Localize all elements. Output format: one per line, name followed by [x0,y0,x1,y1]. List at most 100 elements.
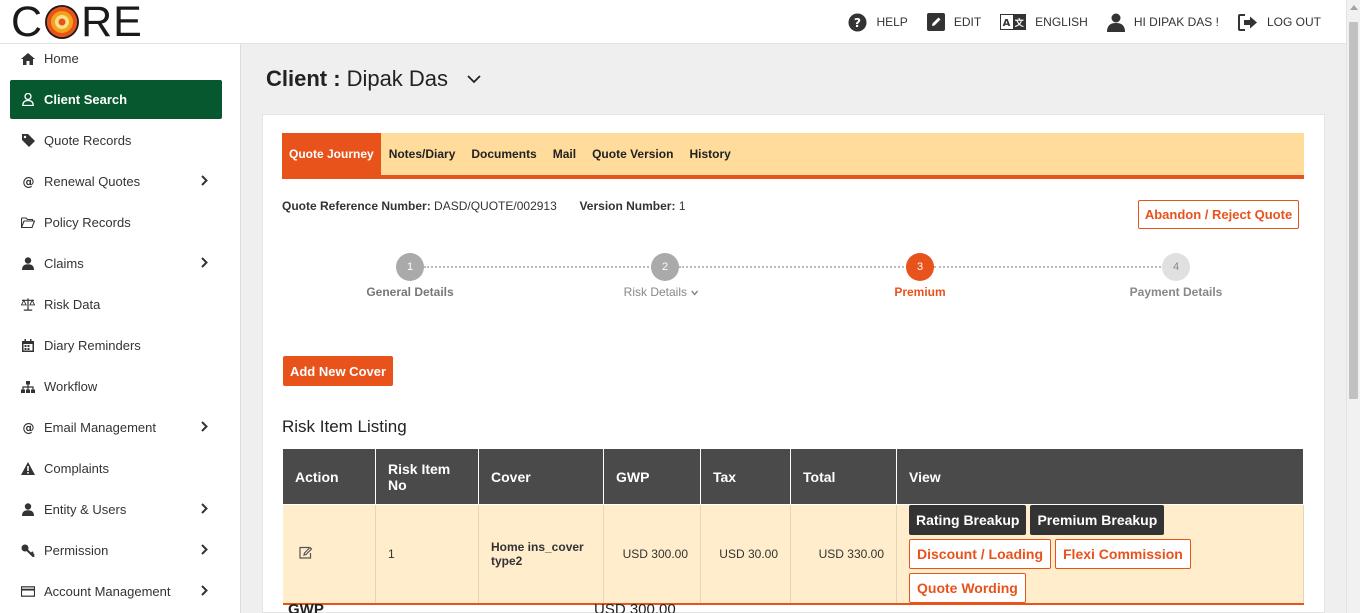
page-scrollbar[interactable] [1346,0,1360,613]
step-4-label[interactable]: Payment Details [1130,285,1223,299]
help-icon: ? [848,12,867,32]
tab-documents[interactable]: Documents [463,133,544,175]
tab-notes-diary[interactable]: Notes/Diary [381,133,464,175]
discount-loading-button[interactable]: Discount / Loading [909,539,1051,569]
col-header-cover: Cover [478,448,604,505]
user-icon [21,257,35,270]
action-cell [282,504,376,605]
chevron-down-icon [690,290,698,296]
logo-letters-re: RE [81,0,143,46]
sidebar-item-label: Quote Records [44,133,132,148]
step-connector [424,266,665,268]
edit-icon[interactable] [298,546,313,559]
help-label: HELP [876,15,908,29]
sidebar-item-client-search[interactable]: Client Search [10,80,222,119]
balance-scale-icon [21,298,35,311]
home-icon [21,52,35,65]
risk-item-no-cell: 1 [375,504,479,605]
quote-wording-button[interactable]: Quote Wording [909,573,1026,603]
quote-ref-label: Quote Reference Number: [282,199,431,213]
add-new-cover-button[interactable]: Add New Cover [283,356,393,386]
sidebar-item-diary-reminders[interactable]: Diary Reminders [10,325,222,366]
step-3-label[interactable]: Premium [894,285,945,299]
chevron-right-icon [201,503,208,514]
abandon-reject-quote-button[interactable]: Abandon / Reject Quote [1138,200,1299,229]
key-icon [21,544,35,557]
edit-link[interactable]: EDIT [926,13,981,31]
chevron-right-icon [201,175,208,186]
client-name: Dipak Das [346,66,449,91]
sidebar-item-label: Permission [44,543,109,558]
core-logo[interactable]: C RE [11,0,143,46]
sidebar-item-label: Entity & Users [44,502,127,517]
sidebar-item-complaints[interactable]: Complaints [10,448,222,489]
at-icon: @ [21,421,35,434]
language-selector[interactable]: A文 ENGLISH [1000,14,1088,30]
step-2-label-text: Risk Details [623,285,688,299]
sidebar-item-label: Workflow [44,379,98,394]
user-menu[interactable]: HI DIPAK DAS ! [1106,13,1219,32]
step-4-circle[interactable]: 4 [1162,253,1190,281]
logout-label: LOG OUT [1266,15,1321,29]
chevron-right-icon [201,585,208,596]
step-1-circle[interactable]: 1 [396,253,424,281]
tab-mail[interactable]: Mail [545,133,584,175]
flexi-commission-button[interactable]: Flexi Commission [1055,539,1191,569]
logo-letter-c: C [11,0,44,46]
step-3-circle[interactable]: 3 [906,253,934,281]
col-header-gwp: GWP [603,448,701,505]
sidebar-item-label: Diary Reminders [44,338,141,353]
svg-text:A: A [1003,18,1011,29]
sidebar-item-label: Risk Data [44,297,101,312]
quote-ref-value: DASD/QUOTE/002913 [434,199,557,213]
sidebar-item-permission[interactable]: Permission [10,530,222,571]
sidebar-item-entity-users[interactable]: Entity & Users [10,489,222,530]
top-nav: ? HELP EDIT A文 ENGLISH HI DIPAK DAS ! LO… [829,0,1321,44]
sidebar-item-workflow[interactable]: Workflow [10,366,222,407]
tab-history[interactable]: History [681,133,738,175]
logout-link[interactable]: LOG OUT [1237,13,1321,31]
help-link[interactable]: ? HELP [848,12,908,32]
user-icon [1106,13,1125,32]
step-1-label[interactable]: General Details [366,285,453,299]
step-2-circle[interactable]: 2 [651,253,679,281]
sidebar-item-label: Account Management [44,584,171,599]
user-icon [21,503,35,516]
sidebar-item-claims[interactable]: Claims [10,243,222,284]
sidebar-item-account-management[interactable]: Account Management [10,571,222,612]
quote-tabs: Quote Journey Notes/Diary Documents Mail… [282,133,1304,179]
sidebar-item-label: Client Search [44,92,128,107]
sidebar-item-quote-records[interactable]: Quote Records [10,120,222,161]
sidebar-item-label: Claims [44,256,84,271]
premium-breakup-button[interactable]: Premium Breakup [1030,505,1165,535]
tab-quote-version[interactable]: Quote Version [584,133,681,175]
cover-cell: Home ins_cover type2 [478,504,604,605]
sidebar-item-home[interactable]: Home [10,44,222,79]
tab-quote-journey[interactable]: Quote Journey [282,133,381,175]
table-header-row: Action Risk Item No Cover GWP Tax Total … [282,448,1304,505]
col-header-total: Total [790,448,897,505]
sidebar-item-risk-data[interactable]: Risk Data [10,284,222,325]
step-connector [934,266,1177,268]
sidebar-item-policy-records[interactable]: Policy Records [10,202,222,243]
client-title: Client : Dipak Das [266,66,481,92]
chevron-right-icon [201,257,208,268]
tax-cell: USD 30.00 [700,504,791,605]
chevron-right-icon [201,544,208,555]
calendar-icon [21,339,35,352]
sidebar-item-label: Complaints [44,461,110,476]
logout-icon [1237,13,1257,31]
rating-breakup-button[interactable]: Rating Breakup [909,505,1027,535]
user-greeting: HI DIPAK DAS ! [1133,15,1219,29]
step-2-label[interactable]: Risk Details [624,285,699,299]
svg-text:?: ? [854,15,861,29]
scrollbar-thumb[interactable] [1349,22,1358,399]
risk-item-table: Action Risk Item No Cover GWP Tax Total … [282,448,1304,605]
sidebar-item-label: Home [44,51,79,66]
scroll-up-arrow-icon[interactable] [1350,5,1358,10]
svg-text:文: 文 [1014,17,1025,29]
sidebar-item-email-management[interactable]: @ Email Management [10,407,222,448]
client-dropdown-toggle[interactable] [467,74,481,84]
sidebar-item-renewal-quotes[interactable]: @ Renewal Quotes [10,161,222,202]
top-header: C RE ? HELP EDIT A文 ENGLISH HI DIPAK DAS… [0,0,1346,44]
